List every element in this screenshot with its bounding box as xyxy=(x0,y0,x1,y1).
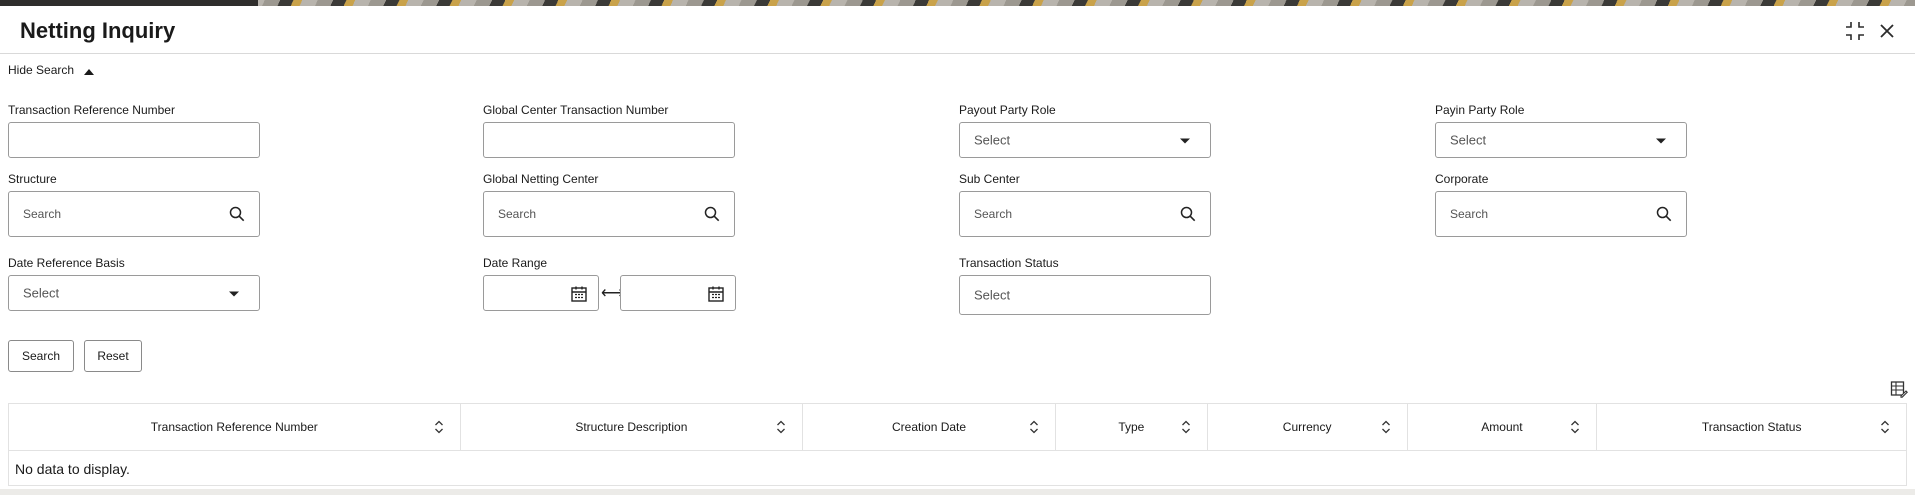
sort-icon[interactable] xyxy=(434,420,444,434)
chevron-down-icon xyxy=(1180,138,1190,144)
column-header[interactable]: Transaction Reference Number xyxy=(9,404,461,450)
page-title: Netting Inquiry xyxy=(20,18,176,43)
date-range-inputs: ⟷ xyxy=(483,275,743,311)
payin-role-select[interactable]: Select xyxy=(1435,122,1687,158)
search-icon[interactable] xyxy=(1656,206,1672,222)
column-header[interactable]: Transaction Status xyxy=(1597,404,1906,450)
txn-ref-input[interactable] xyxy=(8,122,260,158)
payout-role-field: Payout Party Role Select xyxy=(959,103,1211,158)
txn-status-label: Transaction Status xyxy=(959,256,1059,270)
date-from-input[interactable] xyxy=(483,275,599,311)
sort-icon[interactable] xyxy=(1381,420,1391,434)
txn-ref-field: Transaction Reference Number xyxy=(8,103,260,158)
hide-search-toggle[interactable]: Hide Search xyxy=(8,63,95,77)
sort-icon[interactable] xyxy=(1570,420,1580,434)
netting-inquiry-window: Netting Inquiry Hide Search Transaction … xyxy=(0,6,1915,495)
column-header-label: Type xyxy=(1118,420,1145,434)
corporate-placeholder: Search xyxy=(1450,207,1489,221)
column-header-label: Currency xyxy=(1282,420,1332,434)
corporate-search-input[interactable]: Search xyxy=(1435,191,1687,237)
corporate-field: Corporate Search xyxy=(1435,172,1687,237)
sort-icon[interactable] xyxy=(1181,420,1191,434)
sub-center-search-input[interactable]: Search xyxy=(959,191,1211,237)
column-header-label: Structure Description xyxy=(575,420,688,434)
close-icon[interactable] xyxy=(1876,20,1898,42)
payin-role-label: Payin Party Role xyxy=(1435,103,1525,117)
column-header[interactable]: Currency xyxy=(1208,404,1408,450)
structure-field: Structure Search xyxy=(8,172,260,237)
sort-icon[interactable] xyxy=(1880,420,1890,434)
sort-icon[interactable] xyxy=(776,420,786,434)
sub-center-field: Sub Center Search xyxy=(959,172,1211,237)
structure-label: Structure xyxy=(8,172,57,186)
column-header[interactable]: Creation Date xyxy=(803,404,1056,450)
date-basis-select[interactable]: Select xyxy=(8,275,260,311)
column-header-label: Transaction Reference Number xyxy=(150,420,318,434)
table-header: Transaction Reference Number Structure De… xyxy=(9,404,1906,451)
corporate-label: Corporate xyxy=(1435,172,1489,186)
search-icon[interactable] xyxy=(229,206,245,222)
results-table: Transaction Reference Number Structure De… xyxy=(8,403,1907,486)
search-button[interactable]: Search xyxy=(8,340,74,372)
global-txn-input[interactable] xyxy=(483,122,735,158)
global-txn-field: Global Center Transaction Number xyxy=(483,103,735,158)
empty-message: No data to display. xyxy=(15,461,130,477)
netting-center-label: Global Netting Center xyxy=(483,172,599,186)
date-basis-label: Date Reference Basis xyxy=(8,256,125,270)
hide-search-label: Hide Search xyxy=(8,63,75,77)
netting-center-search-input[interactable]: Search xyxy=(483,191,735,237)
column-header[interactable]: Type xyxy=(1056,404,1208,450)
payout-role-placeholder: Select xyxy=(974,132,1011,148)
sub-center-placeholder: Search xyxy=(974,207,1013,221)
caret-up-icon xyxy=(84,69,95,75)
txn-status-placeholder: Select xyxy=(974,287,1011,303)
txn-status-field: Transaction Status Select xyxy=(959,256,1211,315)
background-strip-bottom xyxy=(0,489,1915,495)
reset-button[interactable]: Reset xyxy=(84,340,142,372)
payin-role-field: Payin Party Role Select xyxy=(1435,103,1687,158)
structure-placeholder: Search xyxy=(23,207,62,221)
calendar-icon[interactable] xyxy=(707,285,725,303)
collapse-window-icon[interactable] xyxy=(1844,20,1866,42)
search-icon[interactable] xyxy=(1180,206,1196,222)
payin-role-placeholder: Select xyxy=(1450,132,1487,148)
column-header[interactable]: Structure Description xyxy=(461,404,804,450)
chevron-down-icon xyxy=(229,291,239,297)
calendar-icon[interactable] xyxy=(570,285,588,303)
netting-center-placeholder: Search xyxy=(498,207,537,221)
txn-ref-label: Transaction Reference Number xyxy=(8,103,175,117)
table-settings-icon[interactable] xyxy=(1890,380,1908,398)
chevron-down-icon xyxy=(1656,138,1666,144)
date-basis-field: Date Reference Basis Select xyxy=(8,256,260,311)
search-icon[interactable] xyxy=(704,206,720,222)
date-basis-placeholder: Select xyxy=(23,285,60,301)
column-header-label: Creation Date xyxy=(892,420,967,434)
structure-search-input[interactable]: Search xyxy=(8,191,260,237)
date-to-input[interactable] xyxy=(620,275,736,311)
date-range-field: Date Range ⟷ xyxy=(483,256,743,311)
global-txn-label: Global Center Transaction Number xyxy=(483,103,669,117)
sub-center-label: Sub Center xyxy=(959,172,1020,186)
window-header: Netting Inquiry xyxy=(0,6,1915,54)
payout-role-label: Payout Party Role xyxy=(959,103,1056,117)
column-header-label: Transaction Status xyxy=(1701,420,1802,434)
payout-role-select[interactable]: Select xyxy=(959,122,1211,158)
date-range-label: Date Range xyxy=(483,256,548,270)
txn-status-select[interactable]: Select xyxy=(959,275,1211,315)
column-header-label: Amount xyxy=(1481,420,1523,434)
netting-center-field: Global Netting Center Search xyxy=(483,172,735,237)
column-header[interactable]: Amount xyxy=(1408,404,1598,450)
sort-icon[interactable] xyxy=(1029,420,1039,434)
